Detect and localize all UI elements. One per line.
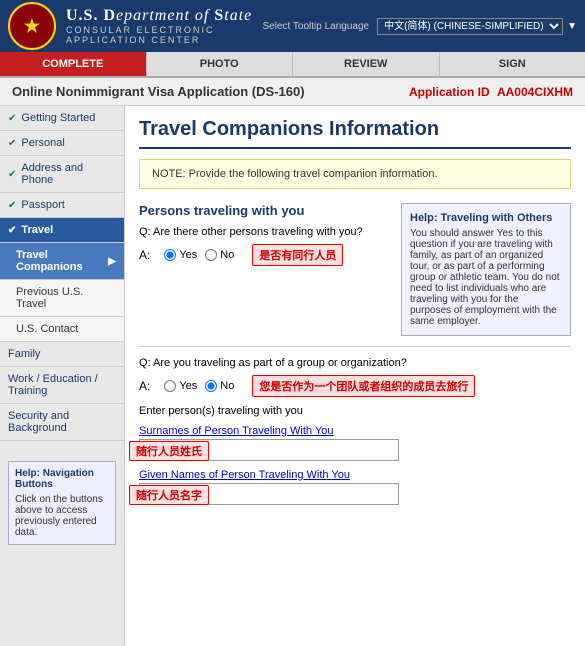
no-radio-label-2[interactable]: No — [205, 380, 234, 392]
left-column: Persons traveling with you Q: Are there … — [139, 203, 391, 336]
department-title: U.S. Department of State CONSULAR ELECTR… — [66, 7, 263, 45]
answer-1: A: Yes No 是否有同行人员 — [139, 244, 391, 266]
sidebar-item-address[interactable]: ✔ Address and Phone — [0, 156, 124, 193]
nav-sign[interactable]: SIGN — [440, 52, 585, 76]
no-radio-label-1[interactable]: No — [205, 249, 234, 261]
section-title: Persons traveling with you — [139, 203, 391, 218]
help-text: You should answer Yes to this question i… — [410, 228, 562, 327]
yes-label-1: Yes — [179, 249, 197, 261]
yes-radio-label-1[interactable]: Yes — [164, 249, 197, 261]
no-label-2: No — [220, 380, 234, 392]
given-name-field-group: Given Names of Person Traveling With You… — [139, 469, 571, 505]
surname-input[interactable] — [139, 439, 399, 461]
enter-persons-label: Enter person(s) traveling with you — [139, 405, 571, 417]
question-2: Q: Are you traveling as part of a group … — [139, 357, 571, 369]
surname-field-label: Surnames of Person Traveling With You — [139, 425, 571, 437]
yes-radio-1[interactable] — [164, 249, 176, 261]
no-radio-2[interactable] — [205, 380, 217, 392]
sidebar-item-personal[interactable]: ✔ Personal — [0, 131, 124, 156]
sidebar-label: Getting Started — [21, 112, 95, 124]
language-selector[interactable]: 中文(简体) (CHINESE-SIMPLIFIED) — [377, 18, 563, 35]
sidebar-help-box: Help: Navigation Buttons Click on the bu… — [8, 461, 116, 545]
application-id: Application ID AA004CIXHM — [409, 85, 573, 99]
given-name-input-wrapper: 随行人员名字 — [139, 483, 571, 505]
a2-label: A: — [139, 379, 150, 393]
dropdown-arrow-icon: ▼ — [567, 21, 577, 32]
surname-input-wrapper: 随行人员姓氏 — [139, 439, 571, 461]
check-icon: ✔ — [8, 113, 16, 124]
application-title: Online Nonimmigrant Visa Application (DS… — [12, 84, 305, 99]
sidebar-label: U.S. Contact — [16, 323, 78, 335]
sidebar: ✔ Getting Started ✔ Personal ✔ Address a… — [0, 106, 125, 646]
sidebar-help-title: Help: Navigation Buttons — [15, 468, 109, 490]
check-icon: ✔ — [8, 169, 16, 180]
annotation-q2: 您是否作为一个团队或者组织的成员去旅行 — [252, 375, 475, 397]
given-name-field-label: Given Names of Person Traveling With You — [139, 469, 571, 481]
department-seal: ★ — [8, 2, 56, 50]
sidebar-item-family[interactable]: Family — [0, 342, 124, 367]
sidebar-label: Personal — [21, 137, 64, 149]
sidebar-label: Address and Phone — [21, 162, 116, 186]
sidebar-item-travel[interactable]: ✔ Travel — [0, 218, 124, 243]
no-label-1: No — [220, 249, 234, 261]
sidebar-item-us-contact[interactable]: U.S. Contact — [0, 317, 124, 342]
surname-field-group: Surnames of Person Traveling With You 随行… — [139, 425, 571, 461]
check-icon: ✔ — [8, 138, 16, 149]
app-id-value: AA004CIXHM — [497, 85, 573, 99]
q1-text: Q: Are there other persons traveling wit… — [139, 226, 363, 238]
a1-label: A: — [139, 248, 150, 262]
navigation-bar: COMPLETE PHOTO REVIEW SIGN — [0, 52, 585, 78]
help-traveling-others: Help: Traveling with Others You should a… — [401, 203, 571, 336]
subform-section: Enter person(s) traveling with you Surna… — [139, 405, 571, 505]
application-header: Online Nonimmigrant Visa Application (DS… — [0, 78, 585, 106]
dept-name: U.S. Department of State — [66, 7, 263, 25]
separator-1 — [139, 346, 571, 347]
nav-photo[interactable]: PHOTO — [147, 52, 294, 76]
sidebar-item-security[interactable]: Security and Background — [0, 404, 124, 441]
nav-complete[interactable]: COMPLETE — [0, 52, 147, 76]
tooltip-language-label: Select Tooltip Language — [263, 21, 370, 32]
sidebar-label: Travel Companions — [16, 249, 105, 273]
given-name-input[interactable] — [139, 483, 399, 505]
sidebar-item-passport[interactable]: ✔ Passport — [0, 193, 124, 218]
page-header: ★ U.S. Department of State CONSULAR ELEC… — [0, 0, 585, 52]
sidebar-item-getting-started[interactable]: ✔ Getting Started — [0, 106, 124, 131]
question-1: Q: Are there other persons traveling wit… — [139, 226, 391, 238]
no-radio-1[interactable] — [205, 249, 217, 261]
sidebar-label: Passport — [21, 199, 64, 211]
sidebar-item-travel-companions[interactable]: Travel Companions ▶ — [0, 243, 124, 280]
arrow-right-icon: ▶ — [108, 256, 116, 267]
yes-no-radio-group-1: Yes No — [164, 249, 234, 261]
yes-no-radio-group-2: Yes No — [164, 380, 234, 392]
sidebar-label: Previous U.S. Travel — [16, 286, 116, 310]
yes-radio-2[interactable] — [164, 380, 176, 392]
note-box: NOTE: Provide the following travel compa… — [139, 159, 571, 189]
sidebar-label: Family — [8, 348, 40, 360]
sidebar-help-text: Click on the buttons above to access pre… — [15, 494, 109, 538]
check-icon: ✔ — [8, 200, 16, 211]
dept-subtext: CONSULAR ELECTRONIC APPLICATION CENTER — [66, 25, 263, 45]
app-id-label: Application ID — [409, 85, 490, 99]
yes-label-2: Yes — [179, 380, 197, 392]
sidebar-label: Work / Education / Training — [8, 373, 116, 397]
main-layout: ✔ Getting Started ✔ Personal ✔ Address a… — [0, 106, 585, 646]
sidebar-item-work-education[interactable]: Work / Education / Training — [0, 367, 124, 404]
content-area: Travel Companions Information NOTE: Prov… — [125, 106, 585, 646]
section-persons-traveling: Persons traveling with you Q: Are there … — [139, 203, 571, 336]
sidebar-label: Security and Background — [8, 410, 116, 434]
nav-review[interactable]: REVIEW — [293, 52, 440, 76]
note-text: NOTE: Provide the following travel compa… — [152, 168, 438, 180]
sidebar-item-previous-travel[interactable]: Previous U.S. Travel — [0, 280, 124, 317]
page-title: Travel Companions Information — [139, 118, 571, 149]
q2-text: Q: Are you traveling as part of a group … — [139, 357, 407, 369]
sidebar-label: Travel — [21, 224, 53, 236]
help-title: Help: Traveling with Others — [410, 212, 562, 224]
annotation-q1: 是否有同行人员 — [252, 244, 343, 266]
yes-radio-label-2[interactable]: Yes — [164, 380, 197, 392]
answer-2: A: Yes No 您是否作为一个团队或者组织的成员去旅行 — [139, 375, 571, 397]
check-icon: ✔ — [8, 225, 16, 236]
